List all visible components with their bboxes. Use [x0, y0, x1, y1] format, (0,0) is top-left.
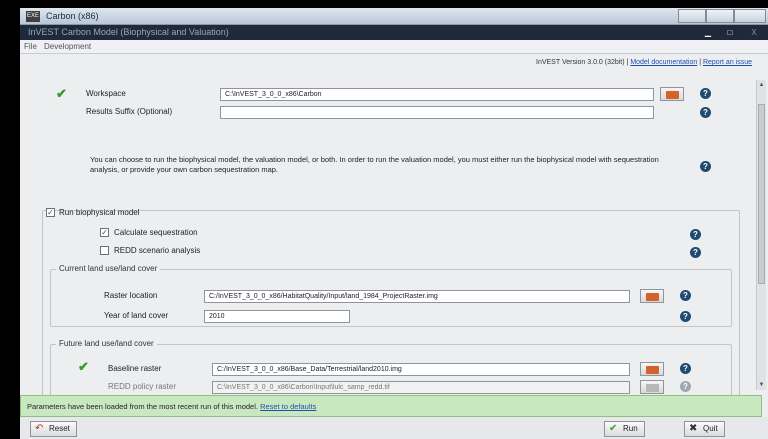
redd-policy-browse-button[interactable]	[640, 380, 664, 394]
baseline-browse-button[interactable]	[640, 362, 664, 376]
suffix-input[interactable]	[220, 106, 654, 119]
status-message-bar: Parameters have been loaded from the mos…	[20, 395, 762, 417]
maximize-button[interactable]: □	[720, 27, 740, 38]
folder-icon	[646, 384, 659, 392]
outer-maximize-button[interactable]	[706, 9, 734, 23]
menu-file[interactable]: File	[24, 42, 37, 51]
baseline-help-icon[interactable]: ?	[680, 363, 691, 374]
workspace-help-icon[interactable]: ?	[700, 88, 711, 99]
run-biophysical-label: Run biophysical model	[59, 208, 140, 217]
scroll-down-icon[interactable]: ▼	[758, 382, 765, 388]
quit-button[interactable]: ✖ Quit	[684, 421, 725, 437]
baseline-raster-label: Baseline raster	[108, 364, 162, 373]
undo-icon: ↶	[35, 423, 44, 434]
baseline-raster-input[interactable]: C:/InVEST_3_0_0_x86/Base_Data/Terrestria…	[212, 363, 630, 376]
folder-icon	[646, 366, 659, 374]
raster-location-input[interactable]: C:/InVEST_3_0_0_x86/HabitatQuality/Input…	[204, 290, 630, 303]
vertical-scrollbar[interactable]: ▲ ▼	[756, 80, 766, 390]
menu-bar: File Development	[20, 40, 768, 54]
calculate-sequestration-checkbox[interactable]: ✓	[100, 228, 109, 237]
run-biophysical-checkbox[interactable]: ✓	[46, 208, 55, 217]
outer-minimize-button[interactable]	[678, 9, 706, 23]
scrollbar-thumb[interactable]	[758, 104, 765, 284]
model-info-text: You can choose to run the biophysical mo…	[90, 155, 659, 174]
workspace-input[interactable]: C:\InVEST_3_0_0_x86\Carbon	[220, 88, 654, 101]
year-of-land-cover-input[interactable]: 2010	[204, 310, 350, 323]
raster-location-browse-button[interactable]	[640, 289, 664, 303]
baseline-valid-check-icon: ✔	[78, 359, 89, 374]
run-button-label: Run	[623, 424, 638, 433]
info-help-icon[interactable]: ?	[700, 161, 711, 172]
workspace-valid-check-icon: ✔	[56, 86, 67, 101]
quit-button-label: Quit	[703, 424, 718, 433]
version-row: InVEST Version 3.0.0 (32bit) | Model doc…	[536, 59, 752, 66]
workspace-browse-button[interactable]	[660, 87, 684, 101]
redd-policy-raster-label: REDD policy raster	[108, 382, 177, 391]
quit-x-icon: ✖	[689, 423, 698, 434]
main-panel: InVEST Version 3.0.0 (32bit) | Model doc…	[20, 54, 768, 439]
menu-development[interactable]: Development	[44, 42, 91, 51]
future-lulc-title: Future land use/land cover	[56, 339, 157, 348]
close-button[interactable]: X	[744, 27, 764, 38]
status-message: Parameters have been loaded from the mos…	[27, 402, 316, 411]
reset-button[interactable]: ↶ Reset	[30, 421, 77, 437]
run-check-icon: ✔	[609, 423, 618, 434]
inner-window-titlebar: InVEST Carbon Model (Biophysical and Val…	[20, 25, 768, 40]
workspace-label: Workspace	[86, 89, 126, 98]
calculate-sequestration-label: Calculate sequestration	[114, 228, 198, 237]
sequestration-help-icon[interactable]: ?	[690, 229, 701, 240]
minimize-button[interactable]: ▁	[698, 27, 718, 38]
year-help-icon[interactable]: ?	[680, 311, 691, 322]
run-button[interactable]: ✔ Run	[604, 421, 645, 437]
suffix-help-icon[interactable]: ?	[700, 107, 711, 118]
redd-scenario-label: REDD scenario analysis	[114, 246, 201, 255]
report-issue-link[interactable]: Report an issue	[703, 59, 752, 66]
redd-policy-help-icon[interactable]: ?	[680, 381, 691, 392]
reset-to-defaults-link[interactable]: Reset to defaults	[260, 402, 316, 411]
inner-window-title: InVEST Carbon Model (Biophysical and Val…	[28, 27, 229, 37]
suffix-label: Results Suffix (Optional)	[86, 107, 173, 116]
bottom-button-bar: ↶ Reset ✔ Run ✖ Quit	[20, 417, 768, 439]
status-text: Parameters have been loaded from the mos…	[27, 402, 258, 411]
outer-window-title: Carbon (x86)	[46, 11, 99, 21]
raster-location-help-icon[interactable]: ?	[680, 290, 691, 301]
redd-policy-raster-input[interactable]: C:\InVEST_3_0_0_x86\Carbon\Input\lulc_sa…	[212, 381, 630, 394]
redd-scenario-checkbox[interactable]	[100, 246, 109, 255]
model-documentation-link[interactable]: Model documentation	[630, 59, 697, 66]
outer-close-button[interactable]	[734, 9, 766, 23]
version-text: InVEST Version 3.0.0 (32bit)	[536, 59, 625, 66]
redd-help-icon[interactable]: ?	[690, 247, 701, 258]
outer-window-titlebar: EXE Carbon (x86)	[20, 8, 768, 25]
raster-location-label: Raster location	[104, 291, 158, 300]
scroll-up-icon[interactable]: ▲	[758, 82, 765, 88]
folder-icon	[666, 91, 679, 99]
folder-icon	[646, 293, 659, 301]
current-lulc-title: Current land use/land cover	[56, 264, 161, 273]
app-icon: EXE	[26, 11, 40, 22]
reset-button-label: Reset	[49, 424, 70, 433]
year-of-land-cover-label: Year of land cover	[104, 311, 169, 320]
